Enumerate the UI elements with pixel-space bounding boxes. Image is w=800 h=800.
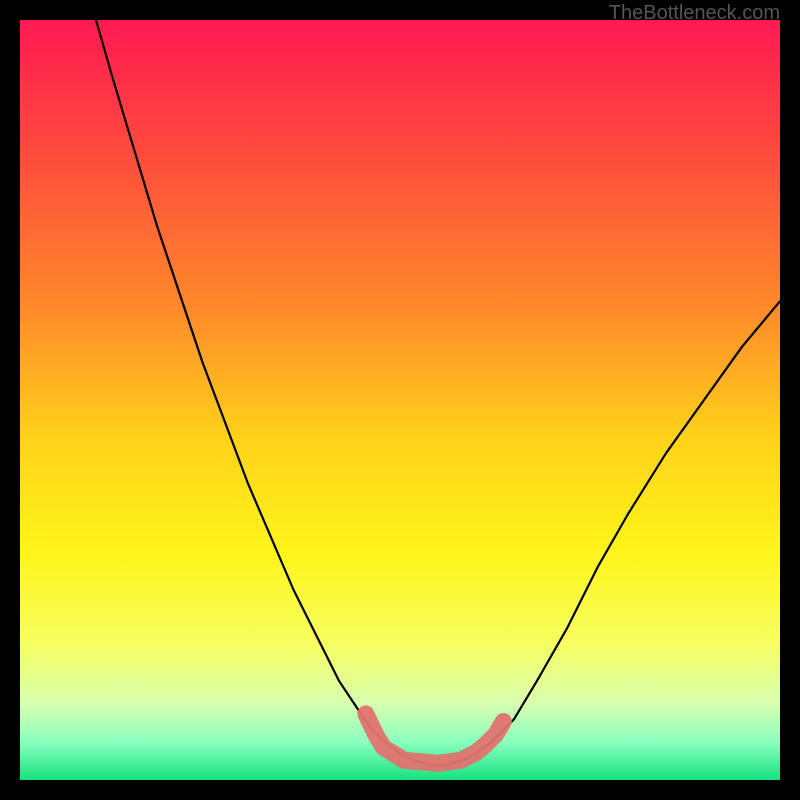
chart-background [20,20,780,780]
chart-plot [20,20,780,780]
chart-frame: TheBottleneck.com [0,0,800,800]
